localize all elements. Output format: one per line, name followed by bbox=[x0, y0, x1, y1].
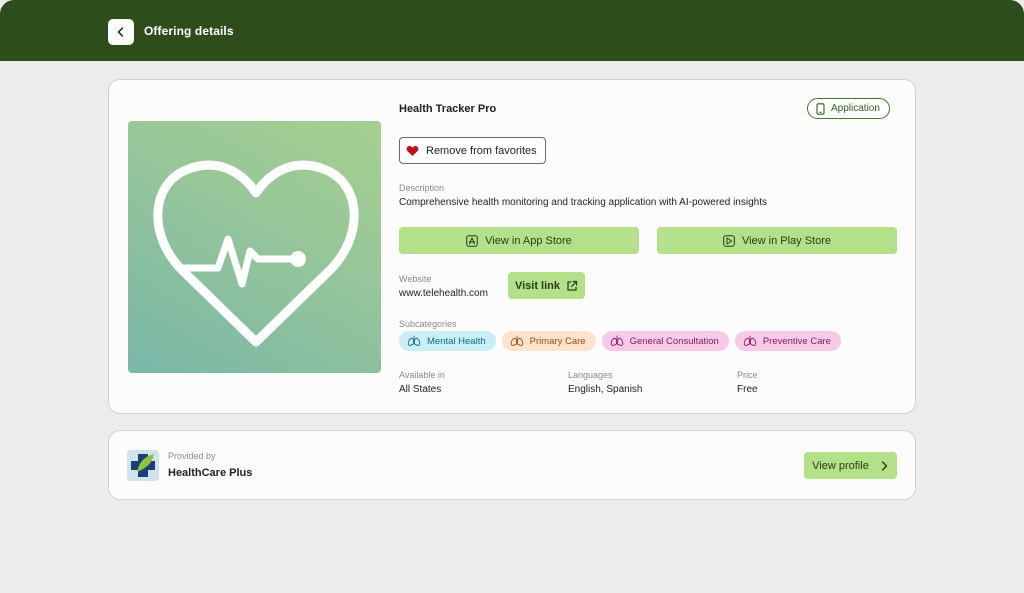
app-store-button[interactable]: View in App Store bbox=[399, 227, 639, 254]
website-label: Website bbox=[399, 274, 432, 284]
back-button[interactable] bbox=[108, 19, 134, 45]
description-text: Comprehensive health monitoring and trac… bbox=[399, 197, 767, 208]
lungs-icon bbox=[510, 335, 523, 346]
smartphone-icon bbox=[816, 102, 825, 115]
subcategory-chip-label: General Consultation bbox=[629, 335, 719, 347]
page-title: Offering details bbox=[144, 24, 234, 38]
view-profile-label: View profile bbox=[812, 459, 869, 472]
heart-icon bbox=[406, 145, 419, 156]
app-store-label: View in App Store bbox=[485, 234, 572, 247]
subcategory-chip-label: Primary Care bbox=[529, 335, 586, 347]
description-label: Description bbox=[399, 183, 445, 193]
available-value: All States bbox=[399, 384, 442, 395]
top-bar: Offering details bbox=[0, 0, 1024, 61]
price-label: Price bbox=[737, 370, 758, 380]
languages-label: Languages bbox=[568, 370, 613, 380]
languages-value: English, Spanish bbox=[568, 384, 643, 395]
app-frame: Offering details Health Tracker Pro Appl… bbox=[0, 0, 1024, 593]
type-badge: Application bbox=[807, 98, 890, 119]
lungs-icon bbox=[407, 335, 421, 346]
website-value: www.telehealth.com bbox=[399, 288, 488, 299]
play-store-icon bbox=[723, 234, 735, 247]
provider-logo bbox=[127, 450, 159, 481]
subcategory-chip: Primary Care bbox=[501, 331, 596, 351]
remove-favorite-button[interactable]: Remove from favorites bbox=[399, 137, 546, 164]
chevron-right-icon bbox=[881, 460, 888, 471]
offering-card: Health Tracker Pro Application Remove fr… bbox=[108, 79, 916, 414]
subcategory-chip: Mental Health bbox=[399, 331, 496, 351]
subcategory-chip: Preventive Care bbox=[734, 331, 841, 351]
price-value: Free bbox=[737, 384, 758, 395]
provider-name: HealthCare Plus bbox=[168, 467, 253, 479]
medical-cross-logo-icon bbox=[131, 454, 155, 477]
offering-name: Health Tracker Pro bbox=[399, 103, 497, 115]
type-badge-label: Application bbox=[831, 103, 880, 114]
provider-card: Provided by HealthCare Plus View profile bbox=[108, 430, 916, 500]
subcategories-label: Subcategories bbox=[399, 319, 457, 329]
lungs-icon bbox=[610, 335, 623, 346]
visit-link-label: Visit link bbox=[514, 279, 561, 292]
play-store-button[interactable]: View in Play Store bbox=[657, 227, 897, 254]
heart-pulse-icon bbox=[153, 160, 359, 347]
available-label: Available in bbox=[399, 370, 445, 380]
chevron-left-icon bbox=[117, 27, 124, 37]
subcategory-chip-label: Mental Health bbox=[427, 335, 486, 347]
provided-by-label: Provided by bbox=[168, 451, 216, 461]
play-store-label: View in Play Store bbox=[741, 234, 832, 247]
subcategory-chip: General Consultation bbox=[601, 331, 729, 351]
lungs-icon bbox=[743, 335, 757, 346]
visit-link-button[interactable]: Visit link bbox=[508, 272, 585, 299]
app-store-icon bbox=[466, 234, 478, 247]
subcategory-chip-label: Preventive Care bbox=[762, 335, 831, 347]
view-profile-button[interactable]: View profile bbox=[804, 452, 897, 479]
external-link-icon bbox=[567, 280, 578, 291]
offering-image bbox=[128, 121, 381, 373]
subcategory-list: Mental Health Primary Care General Consult… bbox=[399, 331, 841, 351]
remove-favorite-label: Remove from favorites bbox=[426, 144, 537, 157]
